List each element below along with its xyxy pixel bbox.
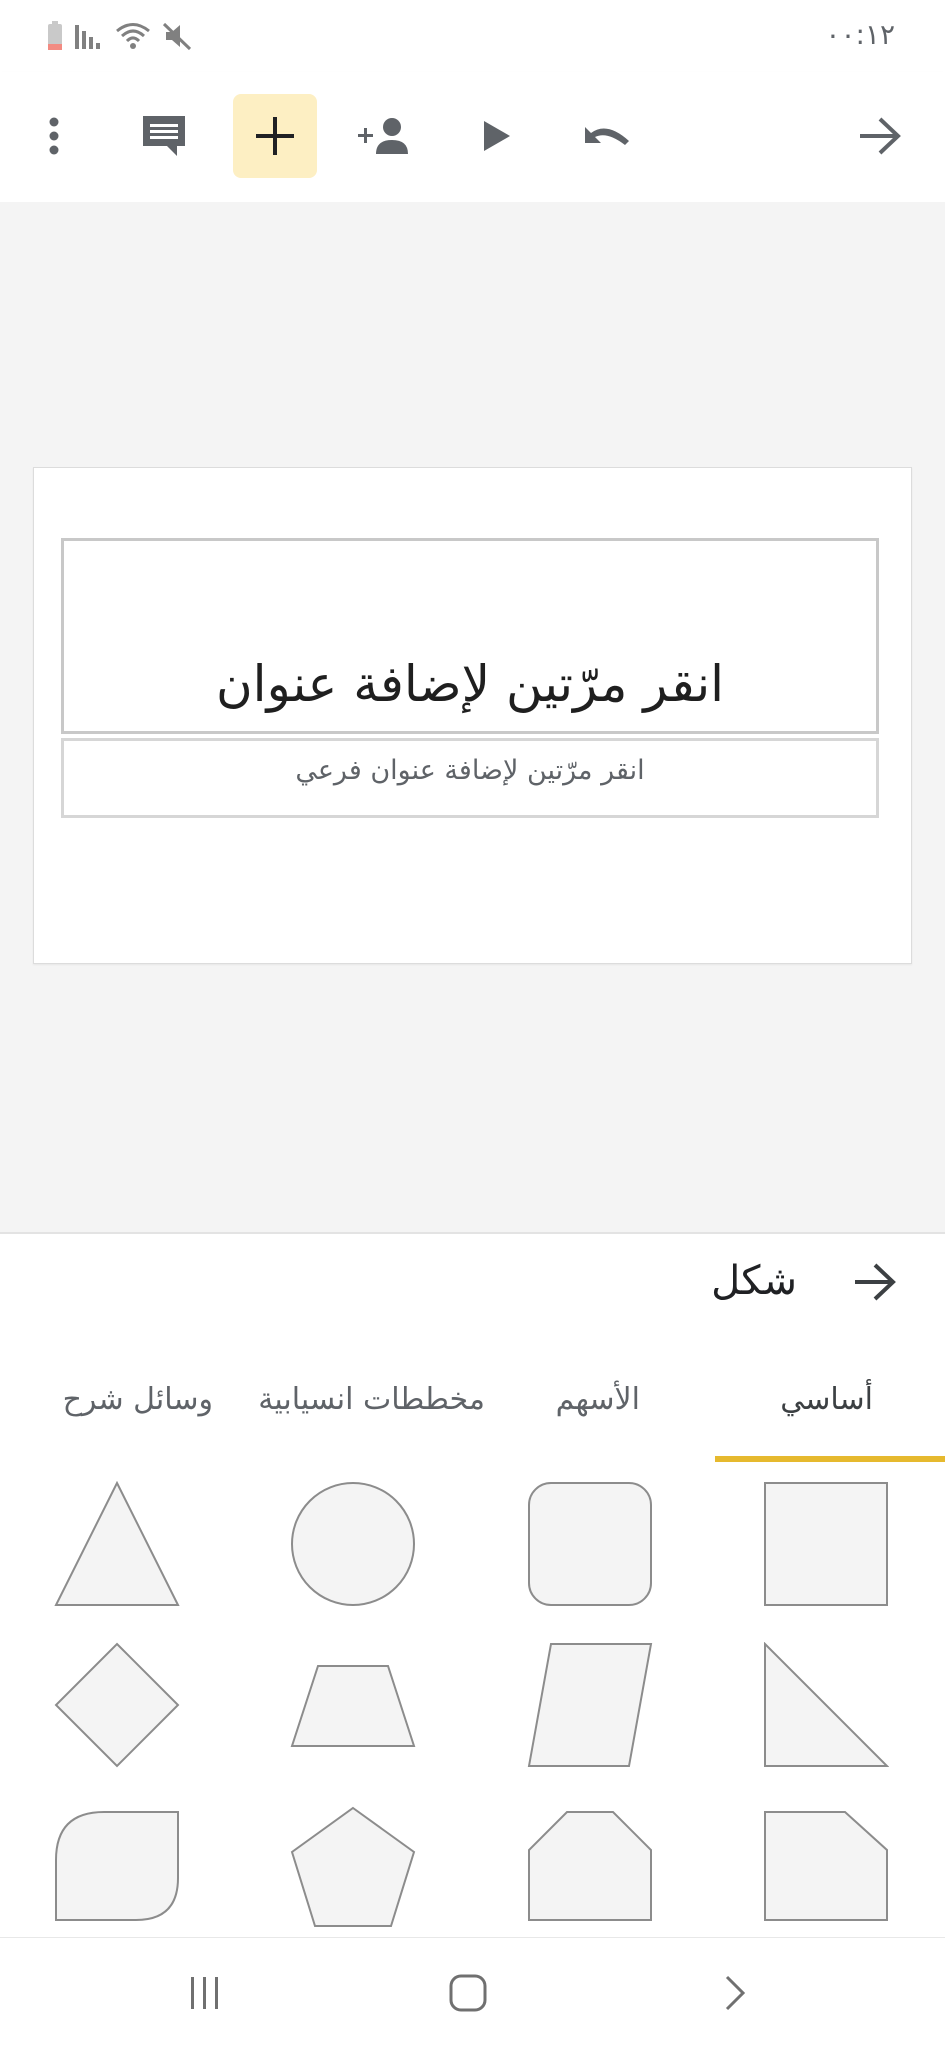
signal-icon bbox=[75, 25, 100, 49]
back-icon bbox=[725, 1975, 746, 2011]
tab-flowcharts[interactable]: مخططات انسيابية bbox=[258, 1382, 485, 1417]
home-icon bbox=[449, 1974, 487, 2012]
shape-triangle[interactable] bbox=[54, 1481, 180, 1607]
shape-round-corner-rectangle[interactable] bbox=[54, 1810, 180, 1922]
battery-low-icon bbox=[48, 21, 62, 50]
title-placeholder-text: انقر مرّتين لإضافة عنوان bbox=[215, 655, 725, 713]
present-button[interactable] bbox=[455, 94, 539, 178]
shape-category-tabs: أساسي الأسهم مخططات انسيابية وسائل شرح bbox=[0, 1346, 945, 1464]
shape-snip-corner-rectangle[interactable] bbox=[763, 1810, 889, 1922]
tab-basic[interactable]: أساسي bbox=[780, 1382, 873, 1417]
more-options-button[interactable] bbox=[12, 94, 96, 178]
tab-callouts[interactable]: وسائل شرح bbox=[63, 1382, 213, 1417]
shape-rounded-rectangle[interactable] bbox=[527, 1481, 653, 1607]
add-person-icon bbox=[358, 118, 408, 154]
shape-rectangle[interactable] bbox=[763, 1481, 889, 1607]
shape-parallelogram[interactable] bbox=[527, 1642, 653, 1768]
back-arrow-icon bbox=[860, 117, 901, 155]
mute-icon bbox=[162, 22, 192, 51]
subtitle-placeholder-text: انقر مرّتين لإضافة عنوان فرعي bbox=[295, 755, 645, 786]
title-placeholder-box[interactable]: انقر مرّتين لإضافة عنوان bbox=[61, 538, 879, 734]
navigation-bar bbox=[0, 1937, 945, 2049]
shape-grid bbox=[0, 1462, 945, 1937]
insert-button[interactable] bbox=[233, 94, 317, 178]
wifi-icon bbox=[116, 23, 150, 49]
shape-diamond[interactable] bbox=[54, 1642, 180, 1768]
shape-right-triangle[interactable] bbox=[763, 1642, 889, 1768]
undo-button[interactable] bbox=[565, 94, 649, 178]
back-button[interactable] bbox=[838, 94, 922, 178]
shape-panel-header: شكل bbox=[0, 1234, 945, 1348]
clock: ٠٠:١٢ bbox=[825, 18, 895, 51]
toolbar bbox=[0, 72, 945, 203]
play-icon bbox=[484, 121, 510, 151]
shape-snip-corners-rectangle[interactable] bbox=[527, 1810, 653, 1922]
tab-arrows[interactable]: الأسهم bbox=[556, 1382, 640, 1417]
status-bar: ٠٠:١٢ bbox=[0, 0, 945, 72]
undo-icon bbox=[585, 127, 629, 145]
back-arrow-icon bbox=[855, 1263, 896, 1301]
comment-button[interactable] bbox=[122, 94, 206, 178]
home-button[interactable] bbox=[438, 1968, 498, 2018]
shape-ellipse[interactable] bbox=[290, 1481, 416, 1607]
comment-icon bbox=[143, 116, 185, 156]
more-vert-icon bbox=[49, 117, 59, 155]
share-button[interactable] bbox=[344, 94, 428, 178]
shape-trapezoid[interactable] bbox=[290, 1642, 416, 1768]
subtitle-placeholder-box[interactable]: انقر مرّتين لإضافة عنوان فرعي bbox=[61, 738, 879, 818]
recent-apps-icon bbox=[191, 1977, 218, 2009]
back-nav-button[interactable] bbox=[705, 1968, 765, 2018]
status-icons bbox=[46, 18, 194, 54]
shape-panel-title: شكل bbox=[711, 1258, 797, 1304]
recent-apps-button[interactable] bbox=[175, 1968, 235, 2018]
shape-panel-back-button[interactable] bbox=[853, 1262, 905, 1314]
add-icon bbox=[256, 117, 294, 155]
shape-pentagon[interactable] bbox=[290, 1806, 416, 1928]
